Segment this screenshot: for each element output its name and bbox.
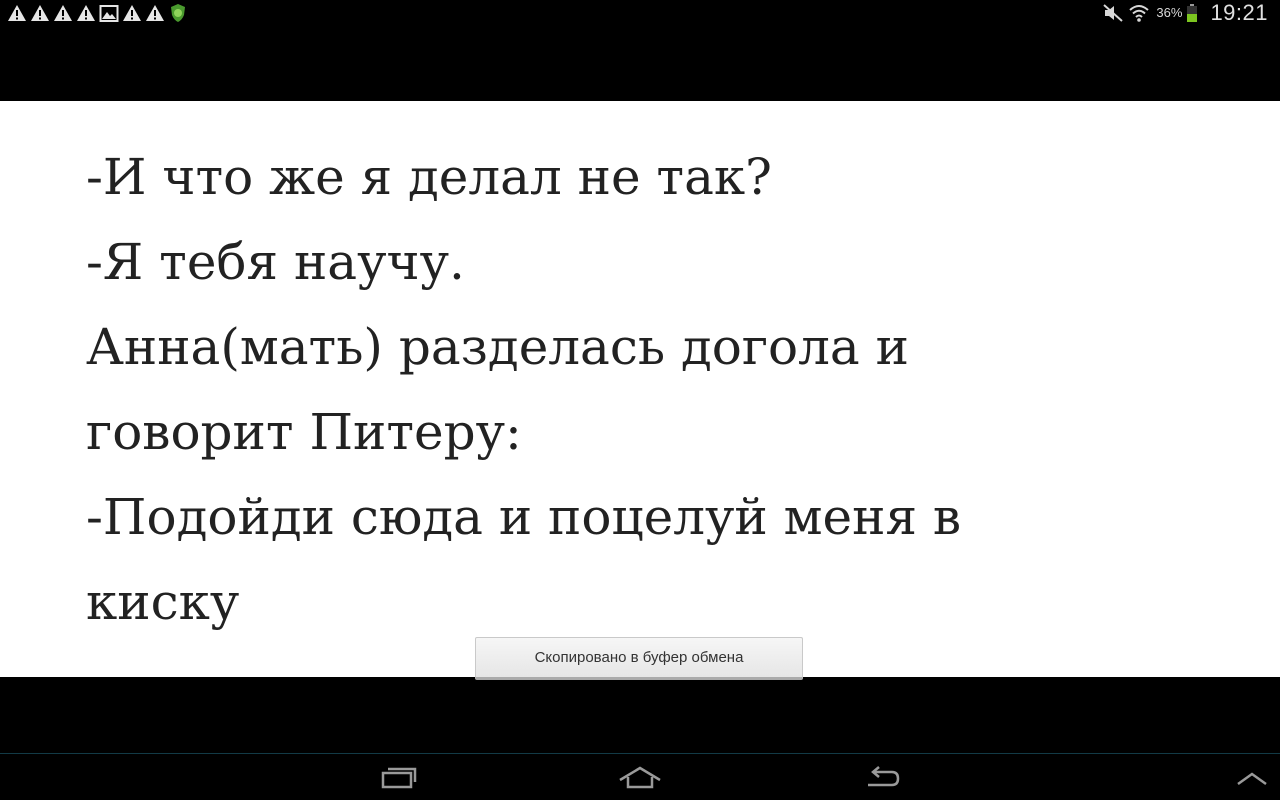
back-button[interactable] <box>852 760 912 796</box>
app-shield-icon <box>171 4 185 22</box>
text-line: -И что же я делал не так? <box>86 148 772 206</box>
menu-up-button[interactable] <box>1222 760 1280 796</box>
warning-icon <box>8 5 26 21</box>
wifi-icon <box>1129 4 1150 22</box>
toast-message: Скопировано в буфер обмена <box>475 637 803 680</box>
home-button[interactable] <box>610 760 670 796</box>
text-line: -Я тебя научу. <box>86 233 465 291</box>
image-text: -И что же я делал не так? -Я тебя научу.… <box>86 135 1236 645</box>
battery-icon <box>1187 3 1198 22</box>
text-line: Анна(мать) разделась догола и <box>86 318 909 376</box>
recent-apps-icon <box>381 767 417 789</box>
warning-icon <box>54 5 72 21</box>
warning-icon <box>77 5 95 21</box>
clock: 19:21 <box>1210 0 1268 25</box>
text-line: киску <box>86 573 240 631</box>
menu-up-icon <box>1237 772 1267 786</box>
status-right: 36% 19:21 <box>1102 0 1268 25</box>
notification-icons <box>7 3 188 23</box>
warning-icon <box>31 5 49 21</box>
text-line: говорит Питеру: <box>86 403 522 461</box>
gallery-icon <box>99 5 119 22</box>
recent-apps-button[interactable] <box>369 760 429 796</box>
mute-icon <box>1103 3 1124 22</box>
navigation-bar <box>0 753 1280 800</box>
warning-icon <box>123 5 141 21</box>
battery-percent: 36% <box>1156 5 1183 20</box>
back-icon <box>868 766 900 787</box>
warning-icon <box>146 5 164 21</box>
text-line: -Подойди сюда и поцелуй меня в <box>86 488 962 546</box>
image-viewer[interactable]: -И что же я делал не так? -Я тебя научу.… <box>0 101 1280 677</box>
screen: 36% 19:21 -И что же я делал не так? -Я т… <box>0 0 1280 800</box>
home-icon <box>619 766 661 789</box>
status-bar: 36% 19:21 <box>0 0 1280 25</box>
